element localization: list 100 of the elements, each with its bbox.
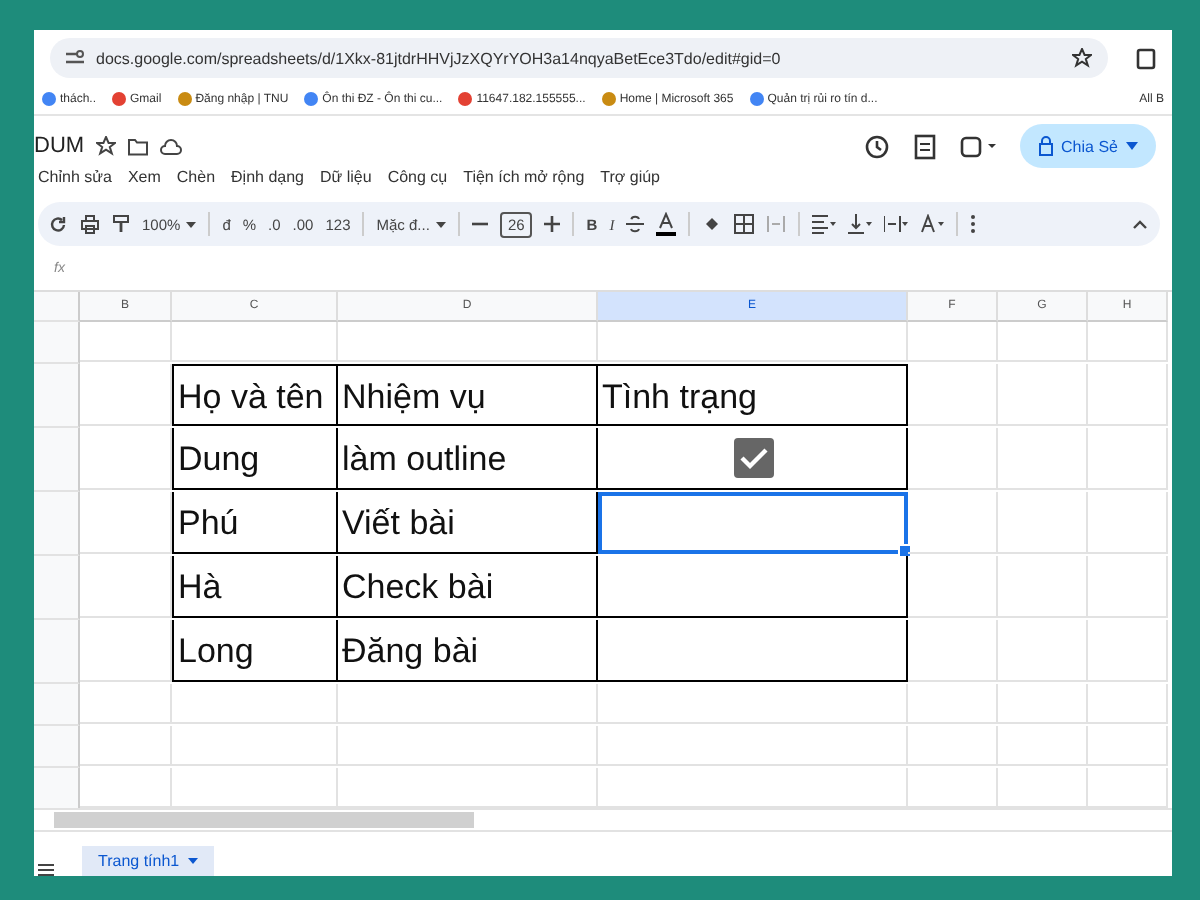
row-header[interactable] <box>34 428 80 492</box>
merge-cells-icon[interactable] <box>766 214 787 234</box>
text-color-icon[interactable] <box>656 212 677 236</box>
grid-cell[interactable] <box>1088 726 1168 766</box>
grid-cell[interactable] <box>172 322 338 362</box>
share-button[interactable]: Chia Sẻ <box>1019 124 1156 168</box>
grid-cell[interactable] <box>1088 492 1168 554</box>
grid-cell[interactable] <box>998 492 1088 554</box>
vertical-align-icon[interactable] <box>848 214 873 234</box>
grid-cell[interactable] <box>80 726 172 766</box>
grid-cell[interactable] <box>80 492 172 554</box>
grid-cell[interactable] <box>80 556 172 618</box>
grid-cell[interactable] <box>908 726 998 766</box>
grid-cell[interactable] <box>1088 322 1168 362</box>
grid-cell[interactable] <box>998 428 1088 490</box>
menu-item[interactable]: Xem <box>127 168 161 186</box>
menu-item[interactable]: Chỉnh sửa <box>38 168 112 186</box>
menu-item[interactable]: Trợ giúp <box>600 168 660 186</box>
grid-cell[interactable] <box>80 684 172 724</box>
grid-cell[interactable] <box>80 364 172 426</box>
menu-item[interactable]: Tiện ích mở rộng <box>463 168 585 186</box>
grid-cell[interactable] <box>172 768 338 808</box>
grid-cell[interactable] <box>338 684 598 724</box>
checkbox[interactable] <box>734 438 774 478</box>
grid-cell[interactable] <box>338 726 598 766</box>
row-header[interactable] <box>34 768 80 808</box>
history-icon[interactable] <box>863 133 890 159</box>
site-settings-icon[interactable] <box>66 50 84 66</box>
table-cell[interactable] <box>598 620 908 682</box>
grid-cell[interactable] <box>1088 768 1168 808</box>
grid-cell[interactable] <box>172 726 338 766</box>
row-header[interactable] <box>34 322 80 364</box>
folder-icon[interactable] <box>128 137 149 155</box>
menu-item[interactable]: Định dạng <box>231 168 304 186</box>
grid-cell[interactable] <box>80 620 172 682</box>
grid-cell[interactable] <box>80 428 172 490</box>
grid-cell[interactable] <box>998 620 1088 682</box>
collapse-icon[interactable] <box>1132 219 1148 229</box>
table-cell[interactable] <box>598 428 908 490</box>
star-icon[interactable] <box>96 136 117 156</box>
grid-cell[interactable] <box>908 620 998 682</box>
menu-item[interactable]: Dữ liệu <box>320 168 372 186</box>
menu-item[interactable]: Công cụ <box>387 168 448 186</box>
print-icon[interactable] <box>80 214 100 234</box>
menu-item[interactable]: Chèn <box>176 168 216 186</box>
grid-cell[interactable] <box>998 726 1088 766</box>
fill-color-icon[interactable] <box>702 214 723 234</box>
grid-cell[interactable] <box>338 768 598 808</box>
grid-cell[interactable] <box>1088 364 1168 426</box>
video-call-icon[interactable] <box>959 134 996 158</box>
paint-format-icon[interactable] <box>112 214 130 234</box>
selected-cell[interactable] <box>598 492 908 554</box>
grid-cell[interactable] <box>598 684 908 724</box>
row-header[interactable] <box>34 556 80 620</box>
grid-cell[interactable] <box>80 768 172 808</box>
grid-cell[interactable] <box>998 364 1088 426</box>
more-icon[interactable] <box>970 214 977 234</box>
text-rotate-icon[interactable] <box>920 214 945 234</box>
grid-cell[interactable] <box>908 556 998 618</box>
grid-cell[interactable] <box>80 322 172 362</box>
grid-cell[interactable] <box>908 322 998 362</box>
grid-cell[interactable] <box>1088 684 1168 724</box>
row-header[interactable] <box>34 364 80 428</box>
extensions-icon[interactable] <box>1136 46 1156 70</box>
grid-cell[interactable] <box>998 322 1088 362</box>
grid-cell[interactable] <box>598 726 908 766</box>
menu-icon[interactable] <box>38 864 54 876</box>
row-header[interactable] <box>34 726 80 768</box>
table-cell[interactable] <box>598 556 908 618</box>
grid-cell[interactable] <box>908 364 998 426</box>
row-header[interactable] <box>34 620 80 684</box>
grid-cell[interactable] <box>908 428 998 490</box>
document-title[interactable]: DUM <box>34 134 85 158</box>
grid-cell[interactable] <box>1088 428 1168 490</box>
redo-icon[interactable] <box>50 215 68 233</box>
bookmark-star-icon[interactable] <box>1072 48 1092 68</box>
address-bar[interactable]: docs.google.com/spreadsheets/d/1Xkx-81jtdrHHVjJzXQYrYOH3a14nqyaBetEce3Tdo/edit#gid=0 <box>50 38 1108 78</box>
grid-cell[interactable] <box>908 492 998 554</box>
grid-cell[interactable] <box>908 684 998 724</box>
grid-cell[interactable] <box>1088 620 1168 682</box>
grid-cell[interactable] <box>908 768 998 808</box>
align-icon[interactable] <box>812 214 837 234</box>
grid-cell[interactable] <box>998 556 1088 618</box>
grid-cell[interactable] <box>598 768 908 808</box>
scrollbar-thumb[interactable] <box>54 812 474 828</box>
grid-cell[interactable] <box>998 684 1088 724</box>
grid-cell[interactable] <box>1088 556 1168 618</box>
strikethrough-icon[interactable] <box>626 214 645 234</box>
plus-icon[interactable] <box>544 216 561 232</box>
row-header[interactable] <box>34 492 80 556</box>
sheet-tab[interactable]: Trang tính1 <box>82 846 214 876</box>
grid-cell[interactable] <box>172 684 338 724</box>
grid-cell[interactable] <box>998 768 1088 808</box>
row-header[interactable] <box>34 684 80 726</box>
grid-cell[interactable] <box>598 322 908 362</box>
comment-icon[interactable] <box>913 133 936 159</box>
borders-icon[interactable] <box>734 214 755 234</box>
text-wrap-icon[interactable] <box>884 214 909 234</box>
grid-cell[interactable] <box>338 322 598 362</box>
select-all-corner[interactable] <box>34 292 80 322</box>
